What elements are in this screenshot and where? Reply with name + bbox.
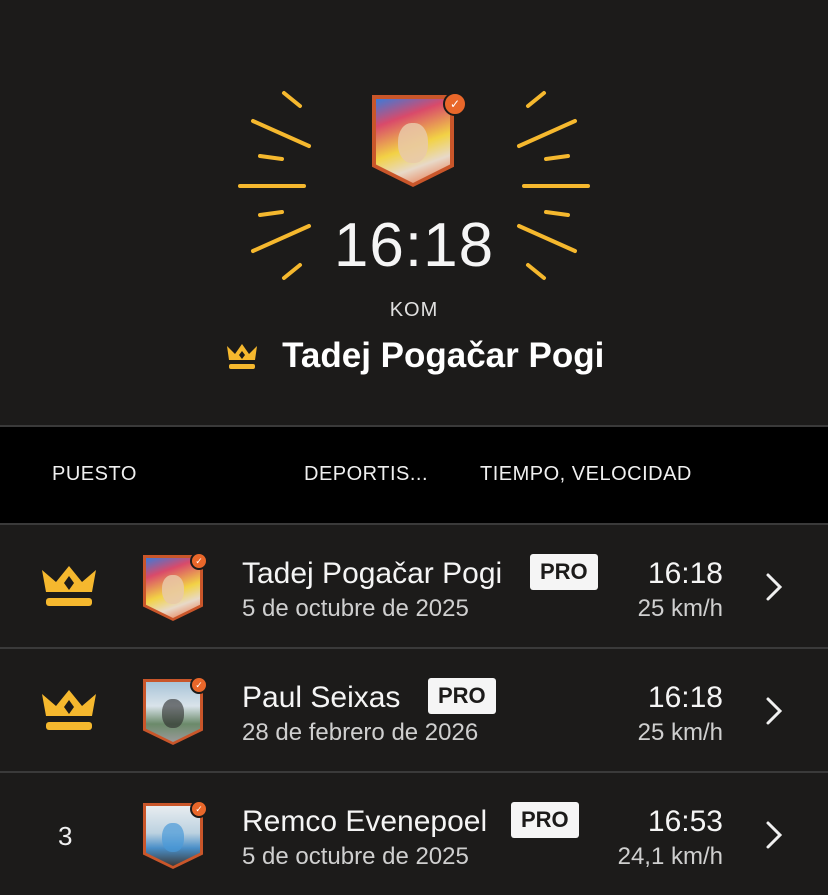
effort-speed: 24,1 km/h [617, 843, 723, 870]
column-header-time-speed[interactable]: TIEMPO, VELOCIDAD [480, 463, 692, 486]
effort-speed: 25 km/h [637, 595, 723, 622]
athlete-name[interactable]: Paul Seixas [242, 681, 400, 715]
effort-time: 16:53 [647, 805, 723, 838]
kom-label: KOM [389, 299, 439, 321]
effort-date: 5 de octubre de 2025 [242, 595, 469, 622]
effort-speed: 25 km/h [637, 719, 723, 746]
effort-time: 16:18 [647, 557, 723, 590]
crown-icon [42, 690, 96, 730]
leaderboard-row[interactable]: 3 ✓ Remco Evenepoel PRO 5 de octubre de … [0, 773, 828, 895]
verified-check-icon: ✓ [190, 676, 208, 694]
leaderboard-row[interactable]: ✓ Paul Seixas PRO 28 de febrero de 2026 … [0, 649, 828, 771]
effort-date: 5 de octubre de 2025 [242, 843, 469, 870]
pro-badge: PRO [511, 802, 579, 838]
verified-check-icon: ✓ [190, 800, 208, 818]
kom-holder: Tadej Pogačar Pogi [0, 336, 828, 376]
pro-badge: PRO [530, 554, 598, 590]
kom-hero: ✓ 16:18 KOM Tadej Pogačar Pogi [0, 0, 828, 425]
chevron-right-icon[interactable] [764, 696, 784, 726]
verified-check-icon: ✓ [190, 552, 208, 570]
column-header-rank[interactable]: PUESTO [52, 463, 137, 486]
leaderboard-row[interactable]: ✓ Tadej Pogačar Pogi PRO 5 de octubre de… [0, 525, 828, 647]
effort-date: 28 de febrero de 2026 [242, 719, 479, 746]
column-header-athlete[interactable]: DEPORTIS... [304, 463, 428, 486]
rank-number: 3 [58, 821, 73, 851]
kom-time: 16:18 [333, 211, 495, 280]
chevron-right-icon[interactable] [764, 820, 784, 850]
effort-time: 16:18 [647, 681, 723, 714]
chevron-right-icon[interactable] [764, 572, 784, 602]
verified-check-icon: ✓ [443, 92, 467, 116]
kom-holder-name[interactable]: Tadej Pogačar Pogi [282, 336, 604, 375]
pro-badge: PRO [428, 678, 496, 714]
athlete-name[interactable]: Remco Evenepoel [242, 805, 487, 839]
crown-icon [226, 344, 257, 369]
athlete-name[interactable]: Tadej Pogačar Pogi [242, 557, 502, 591]
crown-icon [42, 566, 96, 606]
